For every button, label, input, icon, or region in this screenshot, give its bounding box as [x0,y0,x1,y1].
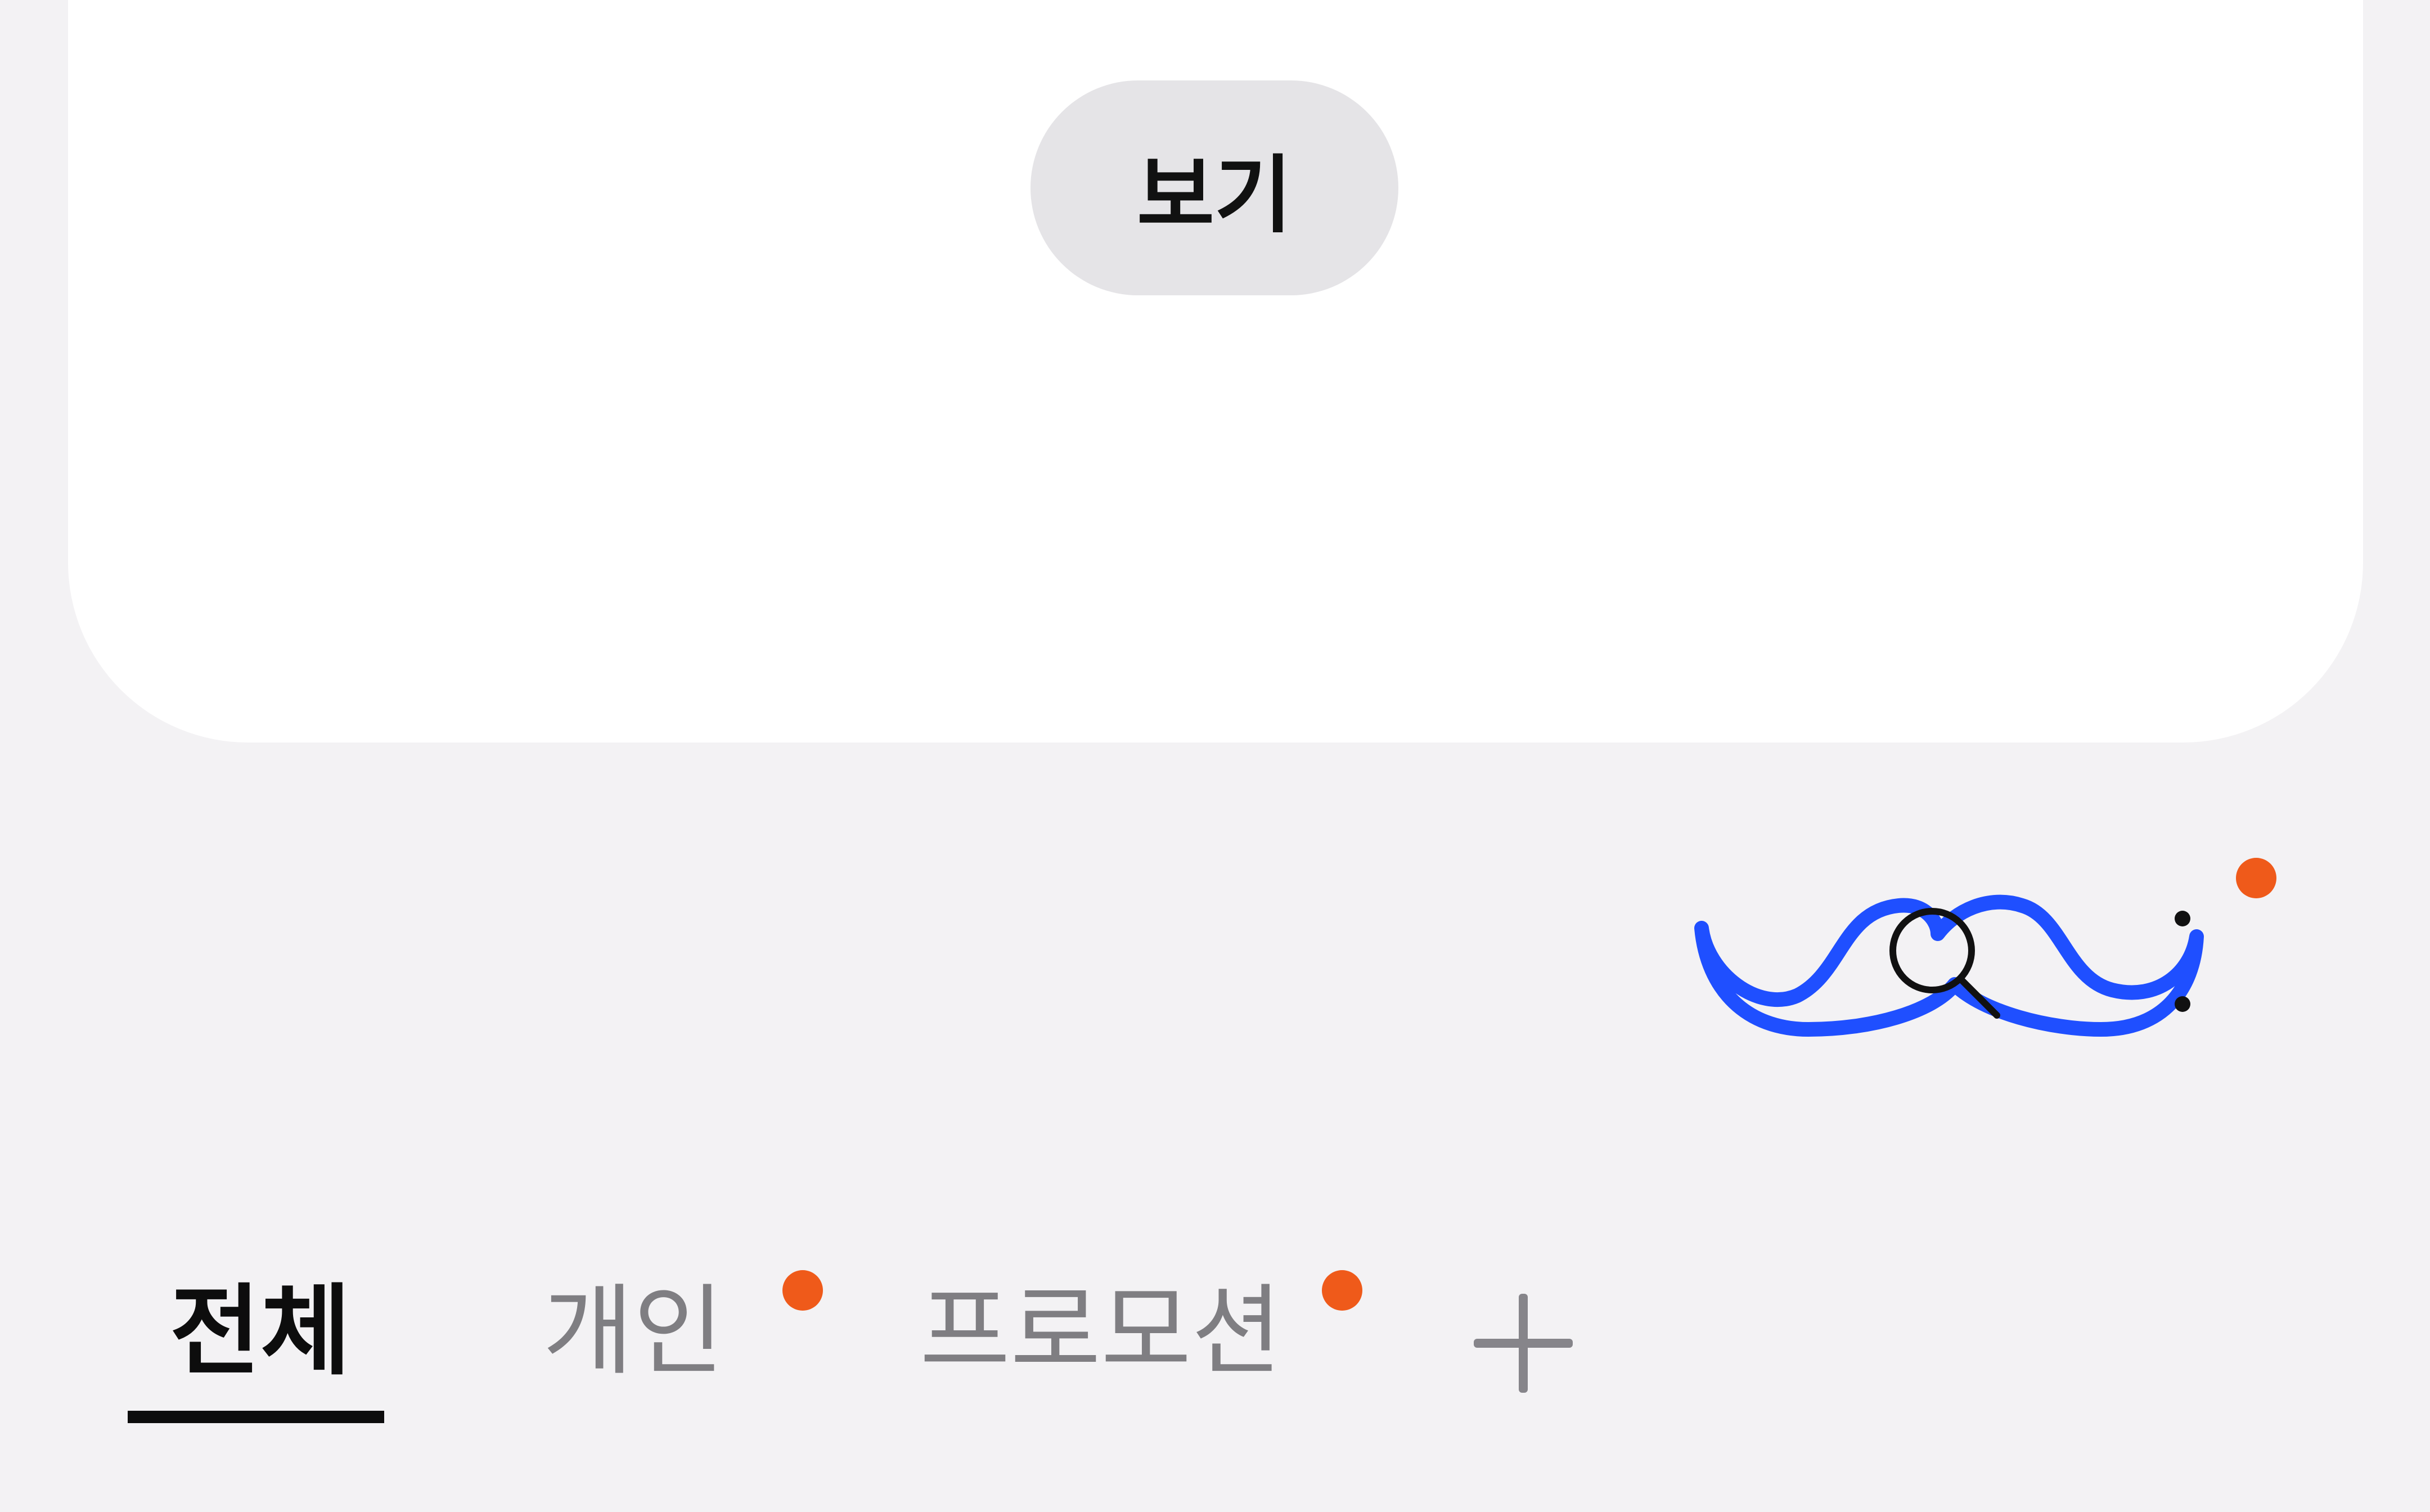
add-tab-button[interactable] [1474,1294,1573,1393]
view-button[interactable]: 보기 [1030,80,1398,295]
tab-promotion[interactable]: 프로모션 [920,1260,1370,1429]
tab-bar: 전체 개인 프로모션 [0,1260,2430,1429]
tab-label-promotion: 프로모션 [920,1275,1282,1389]
mustache-search-icon [1694,894,2204,1037]
search-notification-dot [2236,858,2276,898]
tab-label-all: 전체 [170,1275,351,1389]
tab-notification-dot [782,1270,823,1311]
tab-all[interactable]: 전체 [128,1260,386,1429]
active-tab-indicator [128,1411,384,1423]
mustache-search-button[interactable] [1673,844,2298,1102]
tab-personal[interactable]: 개인 [543,1260,835,1429]
tab-notification-dot [1322,1270,1362,1311]
tab-label-personal: 개인 [543,1275,724,1389]
